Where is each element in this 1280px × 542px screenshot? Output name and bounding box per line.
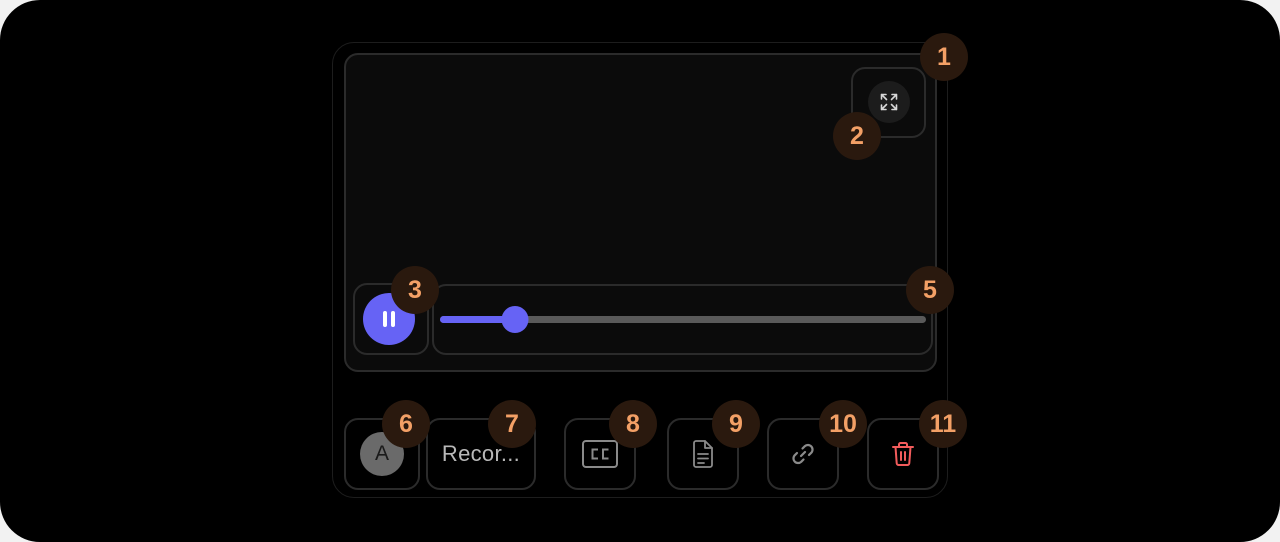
marker-badge: 10 [819, 400, 867, 448]
marker-badge: 3 [391, 266, 439, 314]
seek-track[interactable] [440, 306, 926, 333]
marker-badge: 8 [609, 400, 657, 448]
marker-badge: 7 [488, 400, 536, 448]
trash-icon [891, 441, 915, 467]
seek-bar-container [432, 284, 933, 355]
marker-badge: 5 [906, 266, 954, 314]
seek-handle[interactable] [501, 306, 529, 333]
pause-icon [381, 309, 397, 329]
expand-icon [879, 92, 899, 112]
marker-badge: 2 [833, 112, 881, 160]
marker-badge: 11 [919, 400, 967, 448]
closed-captions-icon [581, 439, 619, 469]
app-frame: A Recor... 1 2 3 5 6 7 8 9 10 11 [0, 0, 1280, 542]
document-icon [692, 440, 714, 468]
fullscreen-icon-wrap [868, 81, 910, 123]
link-icon [789, 440, 817, 468]
marker-badge: 1 [920, 33, 968, 81]
marker-badge: 6 [382, 400, 430, 448]
marker-badge: 9 [712, 400, 760, 448]
